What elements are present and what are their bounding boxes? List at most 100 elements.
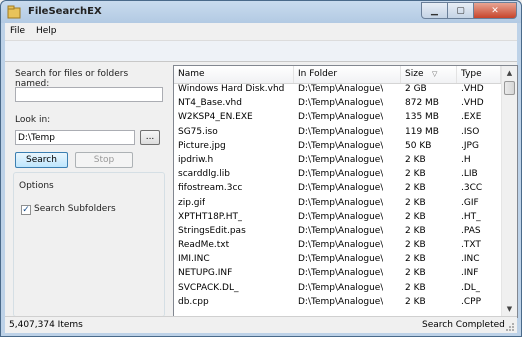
cell-type: .H [461,154,471,165]
close-button[interactable]: ✕ [474,2,517,19]
cell-folder: D:\Temp\Analogue\ [298,296,384,307]
cell-size: 2 KB [405,268,426,279]
table-row[interactable]: IMI.INC D:\Temp\Analogue\ 2 KB .INC [174,253,501,267]
column-header-size-label: Size [405,69,424,79]
cell-size: 2 KB [405,211,426,222]
table-row[interactable]: scarddlg.lib D:\Temp\Analogue\ 2 KB .LIB [174,168,501,182]
cell-name: W2KSP4_EN.EXE [178,112,253,123]
cell-size: 2 KB [405,197,426,208]
cell-name: IMI.INC [178,254,210,265]
scroll-up-icon[interactable]: ▲ [502,66,517,81]
cell-size: 50 KB [405,140,432,151]
cell-size: 2 KB [405,225,426,236]
subfolders-checkbox[interactable]: ✓ [21,205,31,215]
item-count: 5,407,374 Items [9,320,83,330]
table-row[interactable]: fifostream.3cc D:\Temp\Analogue\ 2 KB .3CC [174,182,501,196]
resize-grip-icon[interactable] [505,322,515,332]
cell-folder: D:\Temp\Analogue\ [298,98,384,109]
look-in-input[interactable] [15,130,135,145]
table-row[interactable]: ipdriw.h D:\Temp\Analogue\ 2 KB .H [174,154,501,168]
column-header-type[interactable]: Type [457,66,501,83]
cell-name: NETUPG.INF [178,268,233,279]
cell-type: .GIF [461,197,479,208]
cell-type: .ISO [461,126,480,137]
app-window: FileSearchEX ▁ ▢ ✕ File Help Search for … [0,0,522,337]
cell-folder: D:\Temp\Analogue\ [298,183,384,194]
stop-button[interactable]: Stop [75,152,133,168]
cell-folder: D:\Temp\Analogue\ [298,268,384,279]
menu-bar: File Help [5,23,517,41]
cell-folder: D:\Temp\Analogue\ [298,154,384,165]
table-row[interactable]: SG75.iso D:\Temp\Analogue\ 119 MB .ISO [174,126,501,140]
maximize-button[interactable]: ▢ [448,2,474,19]
sort-descending-icon: ▽ [432,70,438,78]
table-row[interactable]: db.cpp D:\Temp\Analogue\ 2 KB .CPP [174,296,501,310]
cell-name: db.cpp [178,296,209,307]
cell-name: XPTHT18P.HT_ [178,211,243,222]
column-header-size[interactable]: Size ▽ [401,66,457,83]
table-row[interactable]: W2KSP4_EN.EXE D:\Temp\Analogue\ 135 MB .EXE [174,111,501,125]
title-bar[interactable]: FileSearchEX ▁ ▢ ✕ [1,1,521,23]
column-header-name[interactable]: Name [174,66,294,83]
subfolders-label[interactable]: Search Subfolders [34,204,116,214]
cell-size: 2 KB [405,154,426,165]
table-row[interactable]: StringsEdit.pas D:\Temp\Analogue\ 2 KB .PAS [174,225,501,239]
cell-folder: D:\Temp\Analogue\ [298,254,384,265]
cell-folder: D:\Temp\Analogue\ [298,211,384,222]
table-row[interactable]: Picture.jpg D:\Temp\Analogue\ 50 KB .JPG [174,140,501,154]
status-bar: 5,407,374 Items Search Completed [5,316,517,333]
cell-type: .DL_ [461,282,481,293]
scroll-down-icon[interactable]: ▼ [502,302,517,317]
column-header-folder[interactable]: In Folder [294,66,401,83]
client-area: File Help Search for files or folders na… [5,23,518,333]
table-row[interactable]: NT4_Base.vhd D:\Temp\Analogue\ 872 MB .VHD [174,97,501,111]
table-row[interactable]: zip.gif D:\Temp\Analogue\ 2 KB .GIF [174,197,501,211]
options-group: Options ✓ Search Subfolders [13,172,165,317]
cell-name: ReadMe.txt [178,240,230,251]
cell-size: 119 MB [405,126,439,137]
table-row[interactable]: Windows Hard Disk.vhd D:\Temp\Analogue\ 2 … [174,83,501,97]
results-list[interactable]: Name In Folder Size ▽ Type Windows Hard … [173,65,518,318]
cell-type: .VHD [461,84,484,94]
table-row[interactable]: ReadMe.txt D:\Temp\Analogue\ 2 KB .TXT [174,239,501,253]
minimize-button[interactable]: ▁ [421,2,448,19]
cell-size: 2 KB [405,169,426,180]
cell-type: .TXT [461,240,481,251]
search-button[interactable]: Search [15,152,68,168]
cell-name: SG75.iso [178,126,218,137]
cell-folder: D:\Temp\Analogue\ [298,126,384,137]
cell-type: .JPG [461,140,479,151]
vertical-scrollbar[interactable]: ▲ ▼ [501,66,517,317]
cell-folder: D:\Temp\Analogue\ [298,84,384,94]
cell-type: .3CC [461,183,483,194]
look-in-label: Look in: [15,115,51,125]
cell-name: zip.gif [178,197,206,208]
window-controls: ▁ ▢ ✕ [421,2,517,19]
cell-type: .INC [461,254,480,265]
cell-folder: D:\Temp\Analogue\ [298,282,384,293]
cell-name: fifostream.3cc [178,183,243,194]
cell-size: 2 KB [405,296,426,307]
cell-type: .PAS [461,225,481,236]
cell-type: .INF [461,268,479,279]
menu-file[interactable]: File [10,26,25,36]
cell-folder: D:\Temp\Analogue\ [298,140,384,151]
search-panel: Search for files or folders named: Look … [9,65,165,317]
cell-size: 135 MB [405,112,439,123]
table-row[interactable]: NETUPG.INF D:\Temp\Analogue\ 2 KB .INF [174,267,501,281]
menu-help[interactable]: Help [36,26,57,36]
name-search-input[interactable] [15,87,163,102]
status-message: Search Completed [422,320,505,330]
list-header: Name In Folder Size ▽ Type [174,66,501,84]
cell-size: 2 KB [405,282,426,293]
cell-folder: D:\Temp\Analogue\ [298,112,384,123]
table-row[interactable]: SVCPACK.DL_ D:\Temp\Analogue\ 2 KB .DL_ [174,282,501,296]
cell-folder: D:\Temp\Analogue\ [298,240,384,251]
scroll-thumb[interactable] [504,81,515,95]
cell-size: 2 KB [405,183,426,194]
browse-button[interactable]: ... [140,130,160,145]
cell-folder: D:\Temp\Analogue\ [298,225,384,236]
cell-size: 2 KB [405,254,426,265]
cell-name: Windows Hard Disk.vhd [178,84,285,94]
table-row[interactable]: XPTHT18P.HT_ D:\Temp\Analogue\ 2 KB .HT_ [174,211,501,225]
